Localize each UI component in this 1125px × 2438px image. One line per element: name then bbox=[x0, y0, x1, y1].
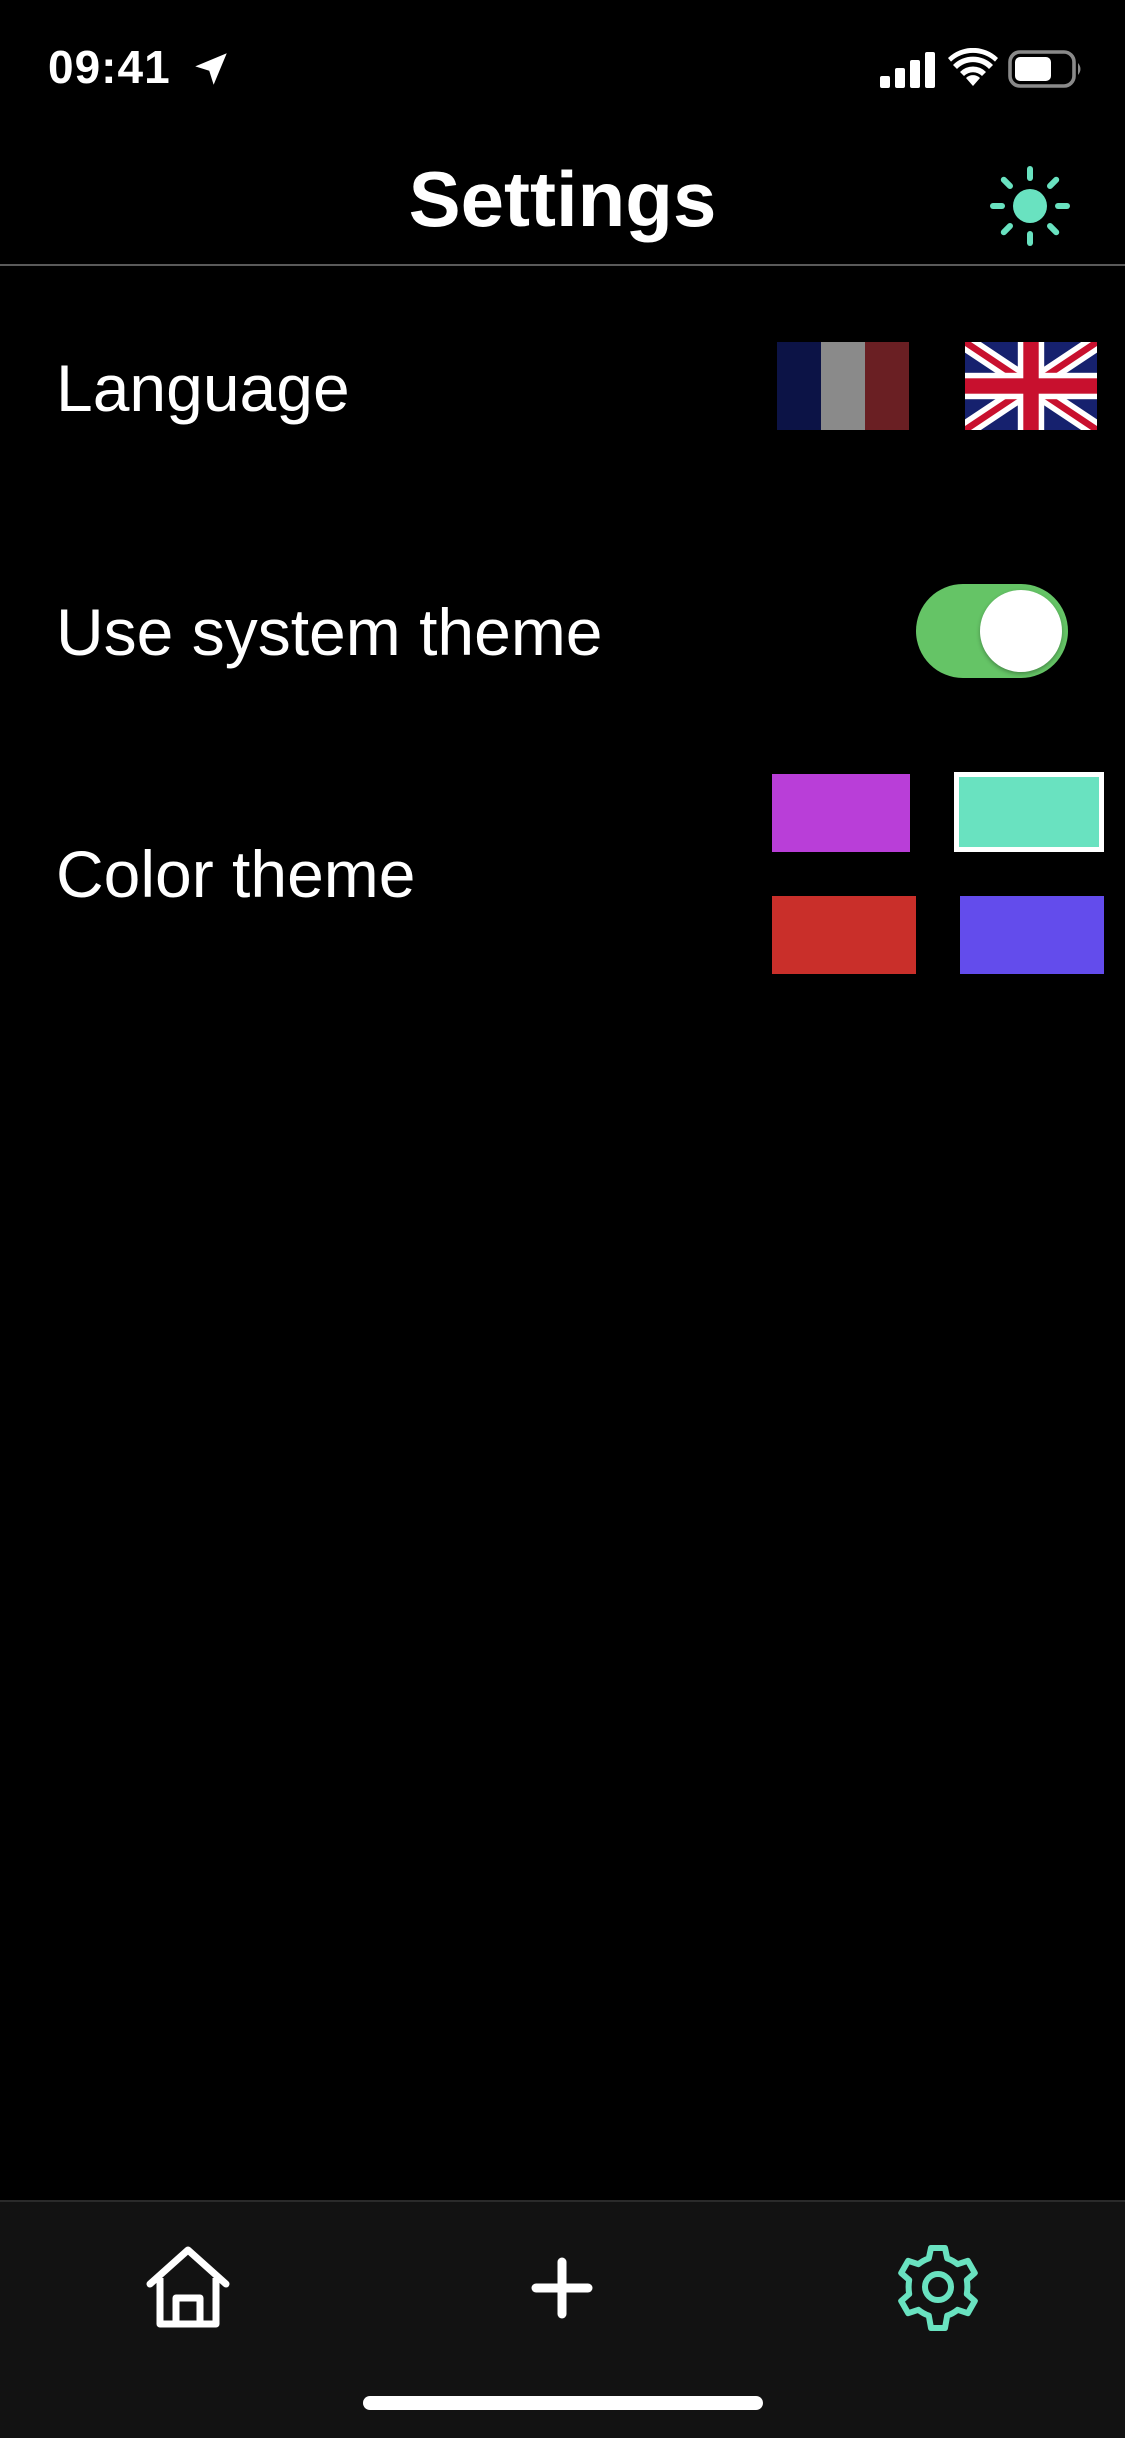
sun-icon[interactable] bbox=[988, 164, 1072, 248]
status-time: 09:41 bbox=[48, 41, 171, 93]
uk-flag-icon[interactable] bbox=[965, 342, 1097, 430]
plus-icon[interactable] bbox=[512, 2238, 612, 2338]
french-flag-icon[interactable] bbox=[777, 342, 909, 430]
color-swatch-red[interactable] bbox=[772, 896, 916, 974]
language-label: Language bbox=[56, 351, 350, 425]
system-theme-label: Use system theme bbox=[56, 595, 603, 669]
status-bar: 09:41 bbox=[0, 0, 1125, 132]
gear-icon[interactable] bbox=[888, 2238, 988, 2338]
color-theme-label: Color theme bbox=[56, 837, 416, 911]
color-swatch-teal-selected[interactable] bbox=[954, 772, 1104, 852]
location-arrow-icon bbox=[195, 53, 227, 85]
page-title: Settings bbox=[408, 155, 717, 243]
cellular-signal-icon bbox=[880, 52, 935, 88]
home-icon[interactable] bbox=[138, 2238, 238, 2338]
color-swatch-purple[interactable] bbox=[772, 774, 910, 852]
wifi-icon bbox=[948, 48, 998, 86]
header: Settings bbox=[0, 132, 1125, 266]
battery-icon bbox=[1008, 50, 1081, 88]
home-indicator bbox=[363, 2396, 763, 2410]
system-theme-toggle[interactable] bbox=[916, 584, 1068, 678]
toggle-knob bbox=[980, 590, 1062, 672]
color-swatch-blue[interactable] bbox=[960, 896, 1104, 974]
